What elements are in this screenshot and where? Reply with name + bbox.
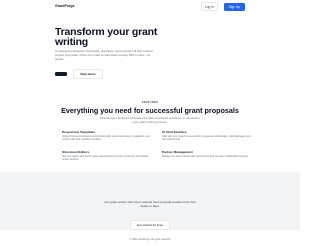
view-demo-button[interactable]: View demo xyxy=(73,69,103,79)
cta-band-button-wrap: Get started for Free xyxy=(0,213,300,231)
features-subtitle: GrantForge combines AI assistance with s… xyxy=(100,116,200,125)
signup-button[interactable]: Sign Up xyxy=(223,2,245,11)
feature-partner-management: Partner Management Manage and track part… xyxy=(162,150,254,158)
feature-ai-chat-interface: AI Chat Interface Chat with your project… xyxy=(162,130,254,141)
hero-primary-button[interactable] xyxy=(55,71,67,77)
feature-description: Rich-text editors with section-wise auto… xyxy=(62,155,149,162)
get-started-button[interactable]: Get started for Free xyxy=(129,220,171,230)
hero-subtitle: AI-assisted workspace that drafts, organ… xyxy=(55,49,153,62)
nav-actions: Log in Sign Up xyxy=(200,2,245,11)
features-title: Everything you need for successful grant… xyxy=(61,106,239,115)
hero-cta-row: View demo xyxy=(55,69,103,79)
features-eyebrow: FEATURES xyxy=(141,101,159,104)
feature-structured-editors: Structured Editors Rich-text editors wit… xyxy=(62,150,154,161)
feature-title: AI Chat Interface xyxy=(162,130,187,134)
brand-logo[interactable]: GrantForge xyxy=(55,4,75,8)
feature-title: Structured Editors xyxy=(62,150,90,154)
feature-description: Chat with your project context and AI to… xyxy=(162,135,251,142)
feature-description: Upload FOA and structured and profession… xyxy=(62,135,151,142)
login-button[interactable]: Log in xyxy=(200,2,218,11)
feature-title: Partner Management xyxy=(162,150,193,154)
feature-programme-templates: Programme Templates Upload FOA and struc… xyxy=(62,130,154,141)
hero-title: Transform your grant writing xyxy=(55,26,158,48)
cta-band-subtitle: Join grant writers who have reduced thei… xyxy=(103,200,197,208)
footer-copyright: © 2025 GrantForge. All rights reserved. xyxy=(129,238,171,241)
top-navigation: GrantForge Log in Sign Up xyxy=(0,0,300,12)
feature-description: Manage and track partners with commitmen… xyxy=(162,155,249,158)
feature-title: Programme Templates xyxy=(62,130,96,134)
cta-band: Join grant writers who have reduced thei… xyxy=(0,172,300,230)
